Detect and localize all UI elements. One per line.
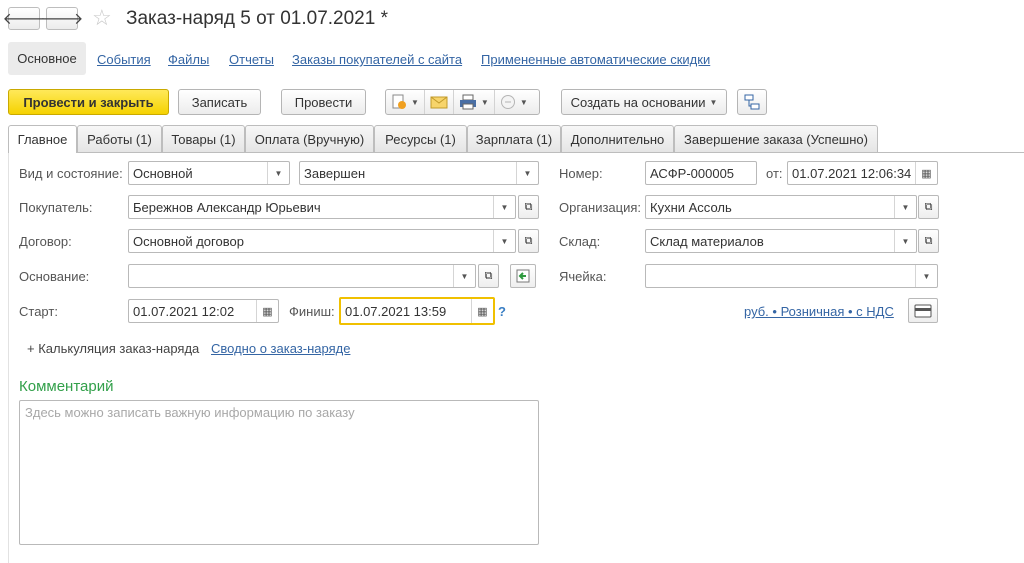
post-and-close-button[interactable]: Провести и закрыть (8, 89, 169, 115)
basis-fill-button[interactable] (510, 264, 536, 288)
tab-resources[interactable]: Ресурсы (1) (374, 125, 467, 152)
fill-from-icon (516, 269, 530, 283)
contract-field[interactable]: Основной договор ▼ (128, 229, 516, 253)
calendar-icon[interactable]: ▦ (915, 162, 937, 184)
start-label: Старт: (19, 304, 58, 319)
arrow-right-icon: 🡒 (40, 11, 84, 28)
envelope-icon (430, 96, 448, 109)
contract-open-button[interactable]: ⧉ (518, 229, 539, 253)
finish-datetime-field[interactable]: 01.07.2021 13:59 ▦ (339, 297, 495, 325)
open-icon: ⧉ (484, 269, 493, 282)
tab-main[interactable]: Главное (8, 125, 77, 153)
org-label: Организация: (559, 200, 642, 215)
comment-textarea[interactable]: Здесь можно записать важную информацию п… (19, 400, 539, 545)
save-button[interactable]: Записать (178, 89, 261, 115)
circle-status-icon (500, 95, 515, 109)
tab-divider (8, 152, 1024, 153)
tab-completion[interactable]: Завершение заказа (Успешно) (674, 125, 878, 152)
calendar-icon[interactable]: ▦ (471, 299, 493, 323)
arrow-left-icon: 🡐 (2, 11, 46, 28)
chevron-down-icon[interactable]: ▼ (915, 265, 937, 287)
basis-field[interactable]: ▼ (128, 264, 476, 288)
start-datetime-field[interactable]: 01.07.2021 12:02 ▦ (128, 299, 279, 323)
warehouse-field[interactable]: Склад материалов ▼ (645, 229, 917, 253)
warehouse-open-button[interactable]: ⧉ (918, 229, 939, 253)
org-field[interactable]: Кухни Ассоль ▼ (645, 195, 917, 219)
org-open-button[interactable]: ⧉ (918, 195, 939, 219)
open-icon: ⧉ (524, 200, 533, 213)
tab-works[interactable]: Работы (1) (77, 125, 162, 152)
cell-field[interactable]: ▼ (645, 264, 938, 288)
print-button[interactable]: ▼ (454, 90, 494, 114)
open-icon: ⧉ (524, 234, 533, 247)
section-events[interactable]: События (97, 52, 151, 67)
toolbar-icon-group: ▼ ▼ ▼ (385, 89, 540, 115)
tab-goods[interactable]: Товары (1) (162, 125, 245, 152)
summary-link[interactable]: Сводно о заказ-наряде (211, 341, 350, 356)
back-button[interactable]: 🡐 (3, 7, 45, 30)
favorite-star-icon[interactable]: ☆ (92, 6, 112, 30)
finish-label: Финиш: (289, 304, 335, 319)
chevron-down-icon[interactable]: ▼ (894, 230, 916, 252)
kind-label: Вид и состояние: (19, 166, 123, 181)
email-button[interactable] (425, 90, 453, 114)
section-reports[interactable]: Отчеты (229, 52, 274, 67)
section-files[interactable]: Файлы (168, 52, 209, 67)
buyer-label: Покупатель: (19, 200, 93, 215)
calendar-icon[interactable]: ▦ (256, 300, 278, 322)
structure-button[interactable] (737, 89, 767, 115)
warehouse-label: Склад: (559, 234, 601, 249)
document-icon (392, 94, 406, 109)
attach-doc-button[interactable]: ▼ (386, 90, 424, 114)
number-field[interactable]: АСФР-000005 (645, 161, 757, 185)
printer-icon (459, 94, 476, 110)
cell-label: Ячейка: (559, 269, 607, 284)
kind-select[interactable]: Основной ▼ (128, 161, 290, 185)
section-main[interactable]: Основное (8, 42, 86, 75)
forward-button[interactable]: 🡒 (41, 7, 83, 30)
open-icon: ⧉ (924, 234, 933, 247)
price-settings-button[interactable] (908, 298, 938, 323)
comment-heading: Комментарий (19, 378, 114, 395)
basis-label: Основание: (19, 269, 90, 284)
hierarchy-icon (744, 94, 760, 110)
open-icon: ⧉ (924, 200, 933, 213)
tab-payment[interactable]: Оплата (Вручную) (245, 125, 374, 152)
section-site-orders[interactable]: Заказы покупателей с сайта (292, 52, 462, 67)
card-icon (914, 304, 932, 317)
post-button[interactable]: Провести (281, 89, 366, 115)
buyer-field[interactable]: Бережнов Александр Юрьевич ▼ (128, 195, 516, 219)
create-based-on-button[interactable]: Создать на основании ▼ (561, 89, 727, 115)
chevron-down-icon[interactable]: ▼ (453, 265, 475, 287)
status-button[interactable]: ▼ (495, 90, 533, 114)
chevron-down-icon[interactable]: ▼ (493, 230, 515, 252)
content-border (8, 152, 9, 563)
help-icon[interactable]: ? (498, 304, 506, 319)
chevron-down-icon[interactable]: ▼ (516, 162, 538, 184)
section-auto-discounts[interactable]: Примененные автоматические скидки (481, 52, 710, 67)
tab-additional[interactable]: Дополнительно (561, 125, 674, 152)
tab-salary[interactable]: Зарплата (1) (467, 125, 561, 152)
price-type-link[interactable]: руб. • Розничная • с НДС (744, 304, 894, 319)
chevron-down-icon[interactable]: ▼ (267, 162, 289, 184)
state-select[interactable]: Завершен ▼ (299, 161, 539, 185)
date-field[interactable]: 01.07.2021 12:06:34 ▦ (787, 161, 938, 185)
page-title: Заказ-наряд 5 от 01.07.2021 * (126, 8, 388, 29)
contract-label: Договор: (19, 234, 72, 249)
buyer-open-button[interactable]: ⧉ (518, 195, 539, 219)
from-label: от: (766, 166, 783, 181)
basis-open-button[interactable]: ⧉ (478, 264, 499, 288)
chevron-down-icon[interactable]: ▼ (894, 196, 916, 218)
number-label: Номер: (559, 166, 603, 181)
chevron-down-icon: ▼ (709, 97, 718, 107)
calc-toggle[interactable]: + Калькуляция заказ-наряда (27, 341, 199, 356)
chevron-down-icon[interactable]: ▼ (493, 196, 515, 218)
